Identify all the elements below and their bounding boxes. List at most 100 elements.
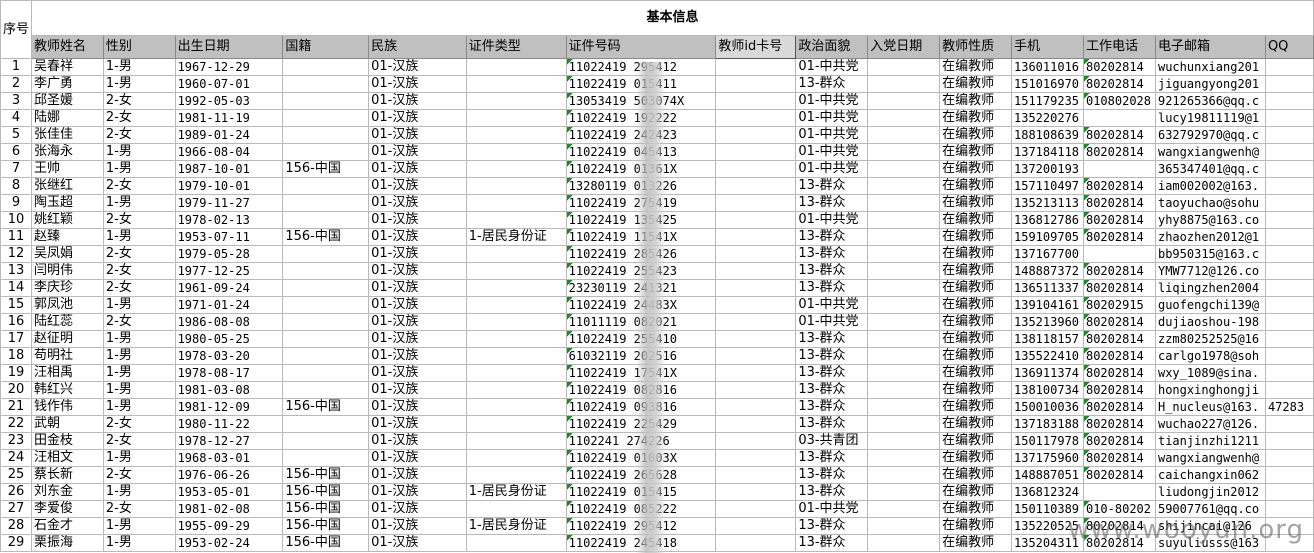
table-cell[interactable]: 156-中国 bbox=[282, 466, 370, 484]
table-cell[interactable] bbox=[465, 126, 567, 144]
table-cell[interactable]: 632792970@qq.c bbox=[1154, 126, 1266, 144]
table-cell[interactable] bbox=[282, 313, 370, 331]
table-cell[interactable] bbox=[715, 262, 797, 280]
table-cell[interactable] bbox=[1264, 432, 1314, 450]
table-cell[interactable]: 13-群众 bbox=[795, 177, 869, 195]
table-cell[interactable] bbox=[715, 432, 797, 450]
column-header[interactable]: 教师性质 bbox=[939, 35, 1012, 59]
table-cell[interactable]: 136911374 bbox=[1011, 364, 1084, 382]
table-cell[interactable] bbox=[867, 364, 941, 382]
table-cell[interactable] bbox=[867, 279, 941, 297]
table-cell[interactable]: 陆红蕊 bbox=[31, 313, 104, 331]
row-number[interactable]: 27 bbox=[0, 500, 33, 518]
row-number[interactable]: 18 bbox=[0, 347, 33, 365]
column-header[interactable]: 手机 bbox=[1011, 35, 1084, 59]
table-cell[interactable]: 刘东金 bbox=[31, 483, 104, 501]
table-cell[interactable]: 在编教师 bbox=[939, 160, 1012, 178]
table-cell[interactable]: 1-男 bbox=[102, 364, 176, 382]
table-cell[interactable]: 137200193 bbox=[1011, 160, 1084, 178]
table-cell[interactable]: 栗振海 bbox=[31, 534, 104, 552]
table-cell[interactable]: carlgo1978@soh bbox=[1154, 347, 1266, 365]
table-cell[interactable]: 1-男 bbox=[102, 449, 176, 467]
row-number[interactable]: 8 bbox=[0, 177, 33, 195]
table-cell[interactable] bbox=[282, 279, 370, 297]
table-cell[interactable] bbox=[867, 381, 941, 399]
table-cell[interactable] bbox=[715, 449, 797, 467]
table-cell[interactable]: 80202814 bbox=[1082, 126, 1156, 144]
row-number[interactable]: 5 bbox=[0, 126, 33, 144]
table-cell[interactable]: 1978-03-20 bbox=[174, 347, 284, 365]
table-cell[interactable] bbox=[715, 279, 797, 297]
table-cell[interactable] bbox=[1264, 58, 1314, 76]
table-cell[interactable]: 01-中共党 bbox=[795, 109, 869, 127]
table-cell[interactable]: 01-汉族 bbox=[368, 415, 467, 433]
table-cell[interactable]: 1-男 bbox=[102, 381, 176, 399]
table-cell[interactable]: 2-女 bbox=[102, 262, 176, 280]
table-cell[interactable] bbox=[867, 330, 941, 348]
row-number[interactable]: 11 bbox=[0, 228, 33, 246]
table-cell[interactable] bbox=[1264, 415, 1314, 433]
table-cell[interactable]: 1955-09-29 bbox=[174, 517, 284, 535]
table-cell[interactable] bbox=[867, 92, 941, 110]
table-cell[interactable] bbox=[465, 347, 567, 365]
table-cell[interactable]: 01-汉族 bbox=[368, 432, 467, 450]
table-cell[interactable]: 1978-08-17 bbox=[174, 364, 284, 382]
table-cell[interactable] bbox=[867, 143, 941, 161]
table-cell[interactable] bbox=[465, 160, 567, 178]
table-cell[interactable] bbox=[1264, 75, 1314, 93]
table-cell[interactable] bbox=[465, 58, 567, 76]
table-cell[interactable]: 80202814 bbox=[1082, 194, 1156, 212]
table-cell[interactable]: 1-男 bbox=[102, 398, 176, 416]
table-cell[interactable]: 159109705 bbox=[1011, 228, 1084, 246]
table-cell[interactable]: 闫明伟 bbox=[31, 262, 104, 280]
table-cell[interactable]: 在编教师 bbox=[939, 109, 1012, 127]
table-cell[interactable]: 在编教师 bbox=[939, 279, 1012, 297]
table-cell[interactable] bbox=[282, 143, 370, 161]
row-number[interactable]: 23 bbox=[0, 432, 33, 450]
table-cell[interactable] bbox=[282, 415, 370, 433]
table-cell[interactable]: 80202814 bbox=[1082, 415, 1156, 433]
table-cell[interactable] bbox=[465, 466, 567, 484]
table-cell[interactable]: 在编教师 bbox=[939, 92, 1012, 110]
table-cell[interactable]: 1976-06-26 bbox=[174, 466, 284, 484]
table-cell[interactable]: 2-女 bbox=[102, 415, 176, 433]
table-cell[interactable] bbox=[867, 75, 941, 93]
table-cell[interactable]: 1961-09-24 bbox=[174, 279, 284, 297]
table-cell[interactable]: 80202814 bbox=[1082, 330, 1156, 348]
table-cell[interactable]: 156-中国 bbox=[282, 228, 370, 246]
table-cell[interactable]: 13-群众 bbox=[795, 228, 869, 246]
column-header[interactable]: 出生日期 bbox=[174, 35, 284, 59]
table-cell[interactable] bbox=[715, 347, 797, 365]
table-cell[interactable]: 80202814 bbox=[1082, 75, 1156, 93]
table-cell[interactable]: 01-中共党 bbox=[795, 143, 869, 161]
table-cell[interactable]: 156-中国 bbox=[282, 500, 370, 518]
row-number[interactable]: 1 bbox=[0, 58, 33, 76]
table-cell[interactable]: jiguangyong201 bbox=[1154, 75, 1266, 93]
table-cell[interactable]: 1-男 bbox=[102, 160, 176, 178]
table-cell[interactable]: 80202814 bbox=[1082, 143, 1156, 161]
table-cell[interactable] bbox=[1264, 143, 1314, 161]
table-cell[interactable]: 2-女 bbox=[102, 466, 176, 484]
row-number[interactable]: 17 bbox=[0, 330, 33, 348]
table-cell[interactable]: lucy19811119@1 bbox=[1154, 109, 1266, 127]
row-number[interactable]: 9 bbox=[0, 194, 33, 212]
table-cell[interactable] bbox=[867, 347, 941, 365]
table-cell[interactable]: 13-群众 bbox=[795, 245, 869, 263]
table-cell[interactable] bbox=[715, 398, 797, 416]
table-cell[interactable]: 陆娜 bbox=[31, 109, 104, 127]
row-number[interactable]: 4 bbox=[0, 109, 33, 127]
table-cell[interactable]: bb950315@163.c bbox=[1154, 245, 1266, 263]
table-cell[interactable] bbox=[465, 245, 567, 263]
table-cell[interactable]: 01-汉族 bbox=[368, 126, 467, 144]
table-cell[interactable]: 010802028 bbox=[1082, 92, 1156, 110]
table-cell[interactable]: 13-群众 bbox=[795, 483, 869, 501]
table-cell[interactable] bbox=[465, 262, 567, 280]
table-cell[interactable]: 2-女 bbox=[102, 177, 176, 195]
table-cell[interactable]: 在编教师 bbox=[939, 75, 1012, 93]
table-cell[interactable] bbox=[715, 92, 797, 110]
table-cell[interactable]: 47283 bbox=[1264, 398, 1314, 416]
table-cell[interactable]: 张继红 bbox=[31, 177, 104, 195]
table-cell[interactable]: wuchunxiang201 bbox=[1154, 58, 1266, 76]
table-cell[interactable] bbox=[715, 330, 797, 348]
table-cell[interactable]: 01-汉族 bbox=[368, 109, 467, 127]
